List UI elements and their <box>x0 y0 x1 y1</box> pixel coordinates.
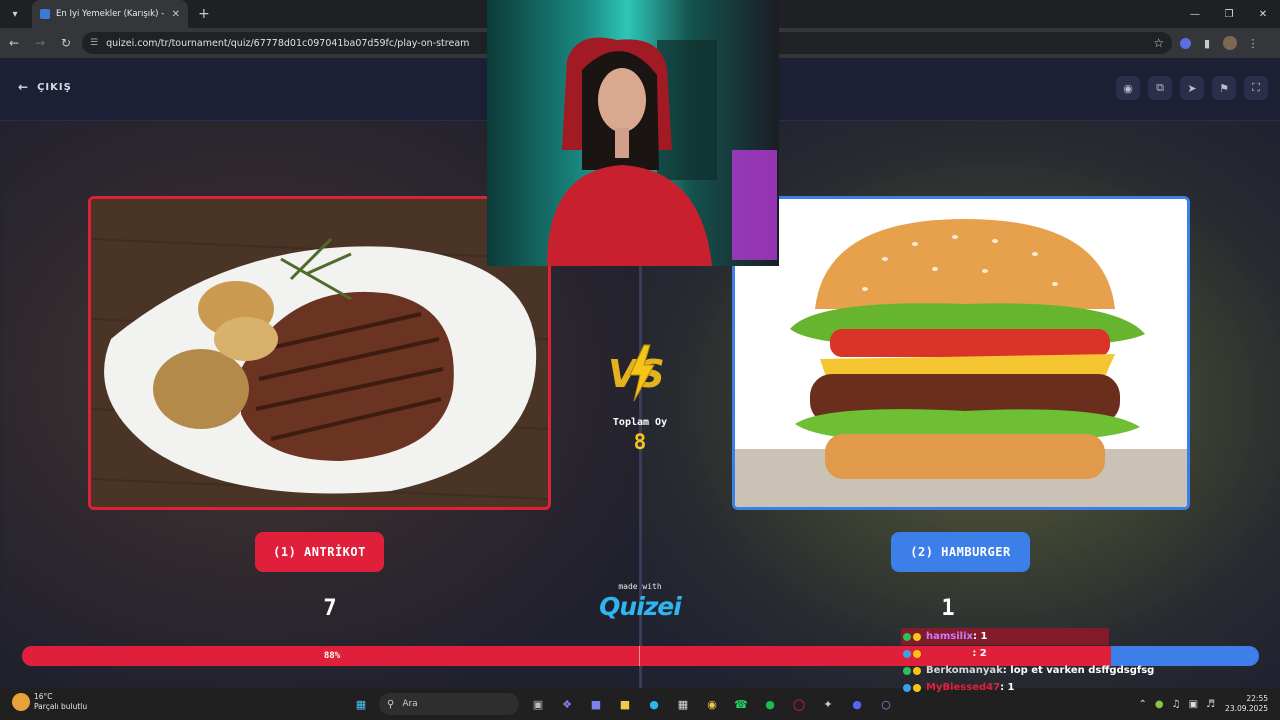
chat-text: : 1 <box>972 631 988 642</box>
store-icon[interactable]: ▦ <box>672 693 694 715</box>
made-with-label: made with <box>618 582 662 591</box>
extensions-puzzle-icon[interactable]: ▮ <box>1199 35 1215 51</box>
chat-username: Berkomanyak <box>926 665 1003 676</box>
chat-text: : 1 <box>1000 682 1015 693</box>
chat-badge-icon <box>913 649 921 658</box>
edge-icon[interactable]: ● <box>643 693 665 715</box>
minimize-icon[interactable]: — <box>1178 0 1212 28</box>
eye-icon[interactable]: ◉ <box>1116 76 1140 100</box>
hamburger-image <box>735 199 1187 507</box>
browser-menu-icon[interactable]: ⋮ <box>1245 35 1261 51</box>
chat-text: : lop et varken dsffgdsgfsg <box>1002 665 1155 676</box>
task-view-icon[interactable]: ▣ <box>527 693 549 715</box>
taskbar-search[interactable]: ⚲ Ara <box>379 693 519 715</box>
weather-description: Parçalı bulutlu <box>34 702 88 711</box>
vote-progress-percent: 88% <box>323 651 341 661</box>
discord-icon[interactable]: ● <box>846 693 868 715</box>
forward-icon[interactable]: → <box>28 31 52 55</box>
copilot-icon[interactable]: ❖ <box>556 693 578 715</box>
send-icon[interactable]: ➤ <box>1180 76 1204 100</box>
right-vote-count: 1 <box>941 596 955 621</box>
quizei-logo[interactable]: Quizei <box>580 592 700 621</box>
chrome-icon[interactable]: ◉ <box>701 693 723 715</box>
copy-icon[interactable]: ⧉ <box>1148 76 1172 100</box>
chat-username: adalorm <box>926 648 973 659</box>
vote-left-button[interactable]: (1) ANTRİKOT <box>255 532 384 572</box>
flag-icon[interactable]: ⚑ <box>1212 76 1236 100</box>
chat-text: : 2 <box>972 648 987 659</box>
vs-lightning-icon: VS <box>608 344 665 402</box>
weather-widget[interactable]: 16°C Parçalı bulutlu <box>12 692 87 712</box>
exit-button[interactable]: ← ÇIKIŞ <box>18 80 72 94</box>
obs-icon[interactable]: ○ <box>875 693 897 715</box>
stream-chat-overlay: hamsilix : 1 adalorm : 2 Berkomanyak : l… <box>901 628 1280 720</box>
file-explorer-icon[interactable]: ■ <box>614 693 636 715</box>
chat-message: MyBlessed47 : 1 <box>901 679 1280 696</box>
weather-icon <box>12 693 30 711</box>
opera-icon[interactable]: ◯ <box>788 693 810 715</box>
extension-icon[interactable] <box>1180 37 1191 49</box>
spotify-icon[interactable]: ● <box>759 693 781 715</box>
arrow-left-icon: ← <box>18 80 30 94</box>
site-info-icon[interactable]: ☰ <box>90 38 98 48</box>
windows-start-icon[interactable]: ▦ <box>350 693 372 715</box>
close-tab-icon[interactable]: ✕ <box>172 9 180 20</box>
profile-avatar[interactable] <box>1223 36 1237 50</box>
chat-badge-icon <box>903 632 911 641</box>
chat-badge-icon <box>913 683 921 692</box>
weather-temperature: 16°C <box>34 692 53 701</box>
browser-tab[interactable]: En İyi Yemekler (Karışık) - Quizei ✕ <box>32 0 188 28</box>
total-votes-value: 8 <box>633 430 647 454</box>
chat-badge-icon <box>903 649 911 658</box>
reload-icon[interactable]: ↻ <box>54 31 78 55</box>
taskbar-search-placeholder: Ara <box>402 699 418 709</box>
chat-message: Berkomanyak : lop et varken dsffgdsgfsg <box>901 662 1280 679</box>
tab-search-icon[interactable]: ▾ <box>4 3 26 25</box>
tab-title: En İyi Yemekler (Karışık) - Quizei <box>56 9 166 19</box>
chat-username: MyBlessed47 <box>926 682 1001 693</box>
left-choice-card[interactable] <box>88 196 551 510</box>
vote-right-button[interactable]: (2) HAMBURGER <box>891 532 1030 572</box>
search-icon: ⚲ <box>387 698 395 710</box>
steak-image <box>91 199 548 507</box>
right-choice-card[interactable] <box>732 196 1190 510</box>
close-window-icon[interactable]: ✕ <box>1246 0 1280 28</box>
chat-badge-icon <box>913 632 921 641</box>
header-actions: ◉ ⧉ ➤ ⚑ ⛶ <box>1108 76 1268 100</box>
exit-label: ÇIKIŞ <box>37 81 72 93</box>
taskbar-apps: ▦ ⚲ Ara ▣ ❖ ■ ■ ● ▦ ◉ ☎ ● ◯ ✦ ● ○ <box>350 692 904 716</box>
fullscreen-icon[interactable]: ⛶ <box>1244 76 1268 100</box>
total-votes-label: Toplam Oy <box>612 417 668 428</box>
chat-message: adalorm : 2 <box>901 645 1280 662</box>
teams-icon[interactable]: ■ <box>585 693 607 715</box>
bookmark-star-icon[interactable]: ☆ <box>1153 36 1164 50</box>
chat-badge-icon <box>903 666 911 675</box>
chat-message: hamsilix : 1 <box>901 628 1109 645</box>
chat-badge-icon <box>903 683 911 692</box>
site-favicon-icon <box>40 9 50 19</box>
chat-username: hamsilix <box>926 631 973 642</box>
chat-badge-icon <box>913 666 921 675</box>
restore-icon[interactable]: ❐ <box>1212 0 1246 28</box>
whatsapp-icon[interactable]: ☎ <box>730 693 752 715</box>
streamer-camera-image <box>547 37 777 266</box>
webcam-overlay <box>487 0 779 266</box>
window-controls: — ❐ ✕ <box>1178 0 1280 28</box>
new-tab-icon[interactable]: + <box>198 6 210 22</box>
left-vote-count: 7 <box>323 596 337 621</box>
app-icon[interactable]: ✦ <box>817 693 839 715</box>
back-icon[interactable]: ← <box>2 31 26 55</box>
